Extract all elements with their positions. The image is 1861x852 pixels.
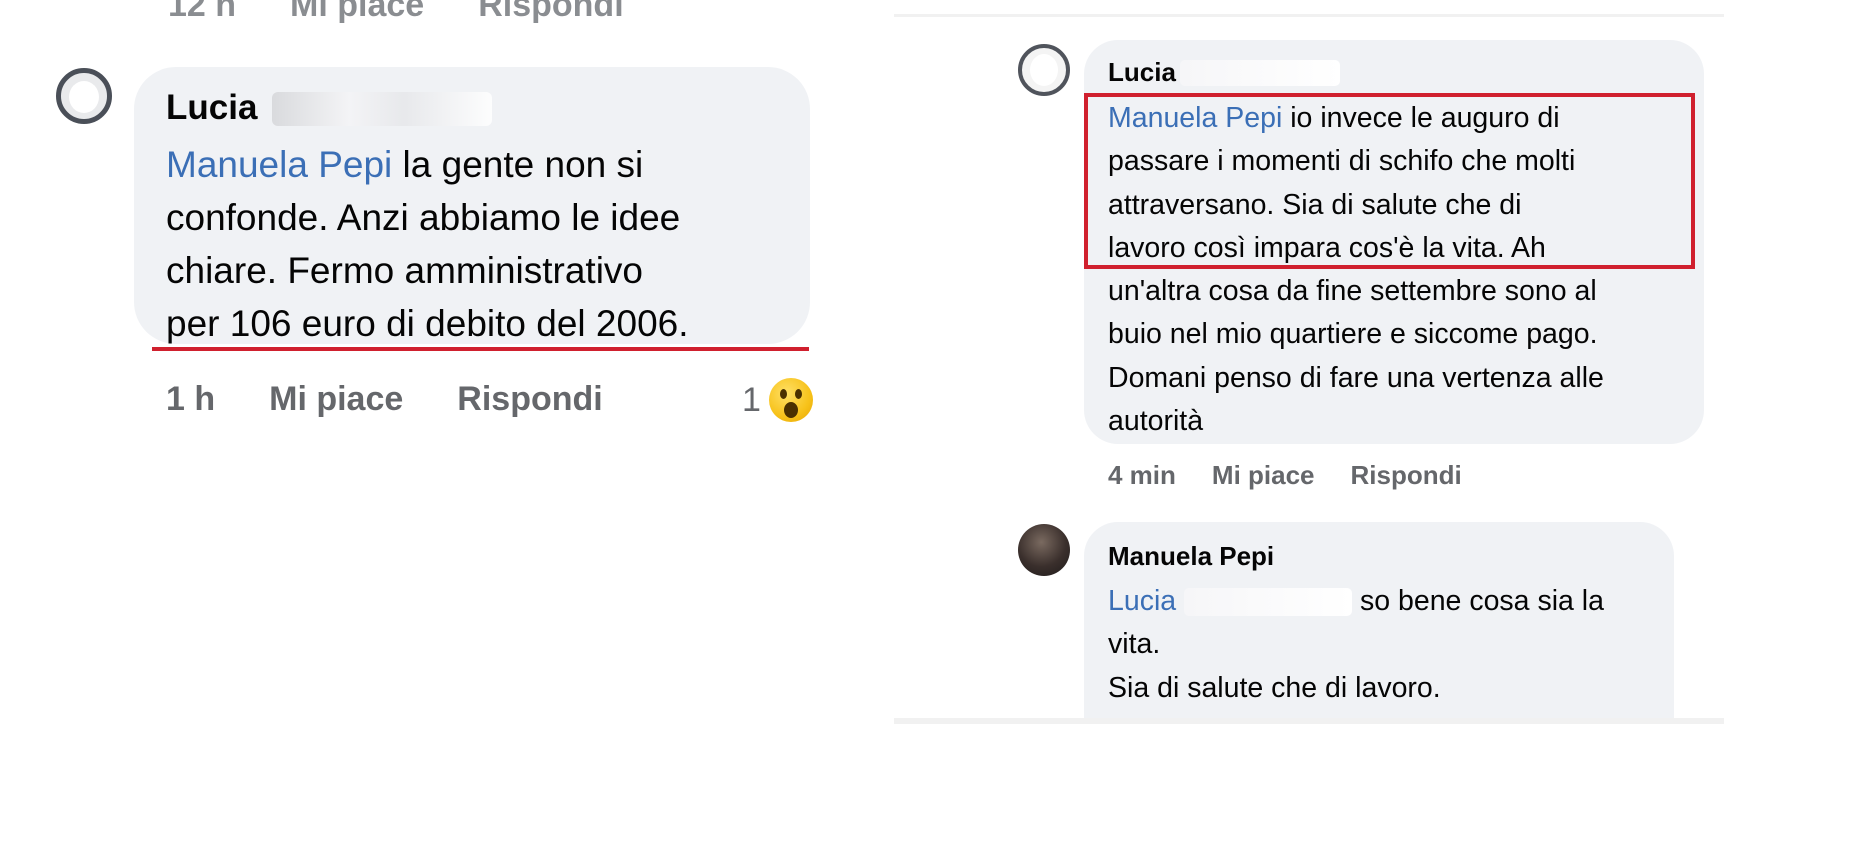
reaction-summary[interactable]: 1 [742,378,813,422]
reply-author[interactable]: Manuela Pepi [1108,541,1274,572]
highlight-underline [152,347,809,351]
avatar[interactable] [56,68,112,124]
comment-time[interactable]: 4 min [1108,460,1176,491]
like-button[interactable]: Mi piace [1212,460,1315,491]
comment-line: confonde. Anzi abbiamo le idee [166,197,681,238]
reply-line: Sia di salute che di lavoro. [1108,671,1441,704]
comment-author[interactable]: Lucia [166,88,257,128]
comment-author[interactable]: Lucia [1108,57,1176,88]
previous-reply-button[interactable]: Rispondi [478,0,623,28]
comment-time[interactable]: 1 h [166,380,215,419]
mention-link[interactable]: Lucia [1108,585,1176,617]
previous-comment-time: 12 h [168,0,237,24]
avatar[interactable] [1018,524,1070,576]
comment-line: chiare. Fermo amministrativo [166,250,644,291]
reply-line: so bene cosa sia la [1352,585,1604,617]
comment-line: la gente non si [392,144,644,185]
comment-actions: 4 min Mi piace Rispondi [1108,460,1462,491]
comment-line: un'altra cosa da fine settembre sono al [1108,275,1597,308]
comment-text: Manuela Pepi la gente non si confonde. An… [166,138,806,350]
comment-line: autorità [1108,405,1204,438]
comment-actions: 1 h Mi piace Rispondi [166,380,603,419]
comment-line: per 106 euro di debito del 2006. [166,303,689,344]
redacted-surname [1180,60,1340,86]
comment-line: buio nel mio quartiere e siccome pago. [1108,318,1598,351]
reply-text: Lucia so bene cosa sia la vita. Sia di sal… [1108,580,1668,710]
previous-like-button[interactable]: Mi piace [290,0,424,28]
reaction-count: 1 [742,380,761,419]
mention-link[interactable]: Manuela Pepi [166,144,392,185]
avatar[interactable] [1018,44,1070,96]
reply-button[interactable]: Rispondi [1351,460,1462,491]
redacted-surname [1184,588,1353,617]
previous-comment-actions: 12 h Mi piace Rispondi [168,0,624,28]
like-button[interactable]: Mi piace [269,380,403,419]
panel-divider [894,718,1724,722]
highlight-box [1084,93,1695,269]
reply-button[interactable]: Rispondi [457,380,602,419]
redacted-surname [272,92,492,126]
wow-emoji-icon [768,378,813,422]
comment-line: Domani penso di fare una vertenza alle [1108,361,1604,394]
reply-line: vita. [1108,628,1161,661]
